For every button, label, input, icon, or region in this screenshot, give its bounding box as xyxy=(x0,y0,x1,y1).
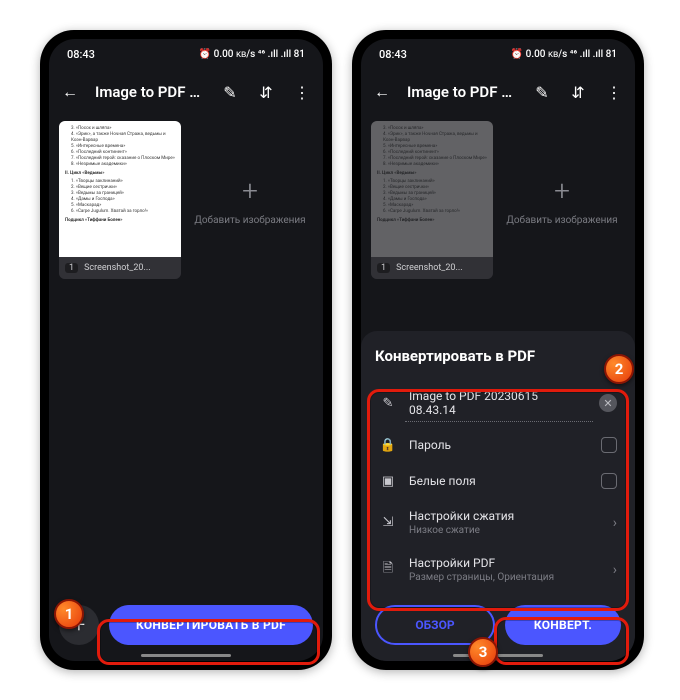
pdf-settings-label: Настройки PDF Размер страницы, Ориентаци… xyxy=(409,556,601,583)
pdf-settings-sub: Размер страницы, Ориентация xyxy=(409,572,601,583)
status-time: 08:43 xyxy=(67,48,95,61)
convert-to-pdf-button[interactable]: КОНВЕРТИРОВАТЬ В PDF xyxy=(109,605,313,645)
compression-label: Настройки сжатия Низкое сжатие xyxy=(409,509,601,536)
password-checkbox[interactable] xyxy=(601,437,617,453)
margins-label: Белые поля xyxy=(409,474,589,488)
compression-row[interactable]: ⇲ Настройки сжатия Низкое сжатие › xyxy=(375,499,621,546)
margins-checkbox[interactable] xyxy=(601,473,617,489)
step-badge-1: 1 xyxy=(54,599,84,629)
status-indicators: ⏰ 0.00 ᴋʙ/ѕ ⁴⁶ .ıll .ıll 81 xyxy=(199,49,305,60)
screen-right: 08:43 ⏰ 0.00 ᴋʙ/ѕ ⁴⁶ .ıll .ıll 81 ← Imag… xyxy=(361,39,635,661)
thumb-filename: Screenshot_20... xyxy=(84,263,151,273)
clear-icon[interactable]: ✕ xyxy=(599,394,617,412)
plus-icon: + xyxy=(242,174,258,207)
phone-frame-right: 08:43 ⏰ 0.00 ᴋʙ/ѕ ⁴⁶ .ıll .ıll 81 ← Imag… xyxy=(352,30,644,670)
status-time: 08:43 xyxy=(379,48,407,61)
pdf-settings-row[interactable]: 🗎 Настройки PDF Размер страницы, Ориента… xyxy=(375,546,621,593)
status-bar: 08:43 ⏰ 0.00 ᴋʙ/ѕ ⁴⁶ .ıll .ıll 81 xyxy=(49,39,323,69)
sort-icon[interactable]: ⇵ xyxy=(567,83,589,102)
filename-value: Image to PDF 20230615 08.43.14 xyxy=(409,389,587,417)
thumb-label: 1 Screenshot_20... xyxy=(371,257,493,279)
step-badge-3: 3 xyxy=(468,637,498,667)
edit-icon[interactable]: ✎ xyxy=(531,83,553,102)
image-grid: «Посох и шляпа» «Эрик», а также Ночная С… xyxy=(361,115,635,285)
thumb-index: 1 xyxy=(65,263,78,273)
password-label: Пароль xyxy=(409,438,589,452)
sort-icon[interactable]: ⇵ xyxy=(255,83,277,102)
thumb-preview: «Посох и шляпа» «Эрик», а также Ночная С… xyxy=(59,121,181,257)
thumb-filename: Screenshot_20... xyxy=(396,263,463,273)
pdf-icon: 🗎 xyxy=(379,559,397,581)
thumb-index: 1 xyxy=(377,263,390,273)
status-indicators: ⏰ 0.00 ᴋʙ/ѕ ⁴⁶ .ıll .ıll 81 xyxy=(511,49,617,60)
chevron-right-icon: › xyxy=(613,515,617,531)
image-grid: «Посох и шляпа» «Эрик», а также Ночная С… xyxy=(49,115,323,285)
more-icon[interactable]: ⋮ xyxy=(291,83,313,102)
home-indicator xyxy=(453,654,543,657)
app-bar: ← Image to PDF 202306... ✎ ⇵ ⋮ xyxy=(49,69,323,115)
plus-icon: + xyxy=(554,174,570,207)
app-bar: ← Image to PDF 202306... ✎ ⇵ ⋮ xyxy=(361,69,635,115)
phone-frame-left: 08:43 ⏰ 0.00 ᴋʙ/ѕ ⁴⁶ .ıll .ıll 81 ← Imag… xyxy=(40,30,332,670)
compression-icon: ⇲ xyxy=(379,515,397,530)
password-row[interactable]: 🔒 Пароль xyxy=(375,427,621,463)
screen-left: 08:43 ⏰ 0.00 ᴋʙ/ѕ ⁴⁶ .ıll .ıll 81 ← Imag… xyxy=(49,39,323,661)
status-bar: 08:43 ⏰ 0.00 ᴋʙ/ѕ ⁴⁶ .ıll .ıll 81 xyxy=(361,39,635,69)
image-thumb[interactable]: «Посох и шляпа» «Эрик», а также Ночная С… xyxy=(371,121,493,279)
thumb-label: 1 Screenshot_20... xyxy=(59,257,181,279)
sheet-actions: ОБЗОР КОНВЕРТ. xyxy=(375,605,621,645)
home-indicator xyxy=(141,654,231,657)
page-title: Image to PDF 202306... xyxy=(407,83,517,101)
more-icon[interactable]: ⋮ xyxy=(603,83,625,102)
sheet-title: Конвертировать в PDF xyxy=(375,347,621,365)
lock-icon: 🔒 xyxy=(379,438,397,453)
add-image-tile[interactable]: + Добавить изображения xyxy=(189,121,311,279)
thumb-preview: «Посох и шляпа» «Эрик», а также Ночная С… xyxy=(371,121,493,257)
edit-icon[interactable]: ✎ xyxy=(219,83,241,102)
margins-icon: ▣ xyxy=(379,474,397,489)
back-icon[interactable]: ← xyxy=(371,82,393,102)
pencil-icon: ✎ xyxy=(379,396,397,411)
chevron-right-icon: › xyxy=(613,562,617,578)
image-thumb[interactable]: «Посох и шляпа» «Эрик», а также Ночная С… xyxy=(59,121,181,279)
add-image-tile[interactable]: + Добавить изображения xyxy=(501,121,623,279)
margins-row[interactable]: ▣ Белые поля xyxy=(375,463,621,499)
convert-sheet: Конвертировать в PDF ✎ Image to PDF 2023… xyxy=(361,331,635,661)
add-image-label: Добавить изображения xyxy=(194,215,305,226)
compression-sub: Низкое сжатие xyxy=(409,525,601,536)
page-title: Image to PDF 202306... xyxy=(95,83,205,101)
bottom-actions: + КОНВЕРТИРОВАТЬ В PDF xyxy=(59,605,313,645)
step-badge-2: 2 xyxy=(604,354,634,384)
back-icon[interactable]: ← xyxy=(59,82,81,102)
convert-button[interactable]: КОНВЕРТ. xyxy=(505,605,621,645)
filename-row[interactable]: ✎ Image to PDF 20230615 08.43.14 ✕ xyxy=(375,379,621,427)
add-image-label: Добавить изображения xyxy=(506,215,617,226)
